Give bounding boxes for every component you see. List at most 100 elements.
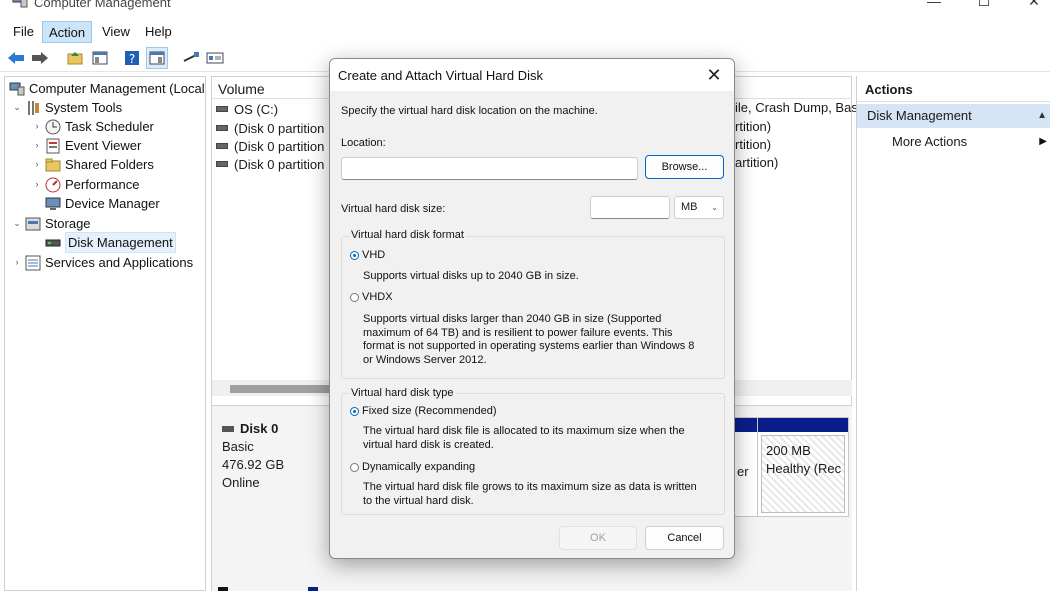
- chevron-down-icon[interactable]: ⌄: [11, 214, 23, 233]
- chevron-right-icon[interactable]: ›: [31, 175, 43, 194]
- volume-name: (Disk 0 partition: [234, 138, 325, 154]
- tree-label: System Tools: [45, 100, 123, 115]
- performance-icon: [45, 177, 61, 193]
- menu-file[interactable]: File: [7, 21, 40, 43]
- partition-content: 200 MB Healthy (Rec: [761, 435, 845, 513]
- close-window-icon[interactable]: ✕: [1014, 0, 1050, 14]
- vhdx-radio[interactable]: VHDX: [350, 291, 393, 303]
- menu-bar: File Action View Help: [0, 20, 1050, 44]
- tree-item-services-applications[interactable]: › Services and Applications: [11, 253, 193, 272]
- device-manager-icon: [45, 196, 61, 212]
- chevron-down-icon[interactable]: ⌄: [11, 98, 23, 117]
- volume-name: (Disk 0 partition: [234, 156, 325, 172]
- actions-header: Actions: [857, 78, 1050, 102]
- volume-row[interactable]: OS (C:): [216, 100, 278, 118]
- back-icon[interactable]: [5, 47, 27, 69]
- dynamic-radio[interactable]: Dynamically expanding: [350, 461, 475, 473]
- volume-row[interactable]: (Disk 0 partition: [216, 119, 324, 137]
- chevron-right-icon[interactable]: ›: [11, 253, 23, 272]
- volume-name: OS (C:): [234, 101, 279, 117]
- type-group-label: Virtual hard disk type: [349, 387, 456, 399]
- menu-action[interactable]: Action: [42, 21, 93, 43]
- show-hide-tree-icon[interactable]: [89, 47, 111, 69]
- dialog-titlebar: Create and Attach Virtual Hard Disk ✕: [330, 59, 734, 91]
- window-title: Computer Management: [34, 0, 171, 10]
- tree-item-storage[interactable]: ⌄ Storage: [11, 214, 91, 233]
- connect-icon[interactable]: [180, 47, 202, 69]
- vhd-radio[interactable]: VHD: [350, 249, 385, 261]
- create-attach-vhd-dialog: Create and Attach Virtual Hard Disk ✕ Sp…: [329, 58, 735, 559]
- collapse-up-icon[interactable]: ▲: [1037, 104, 1047, 128]
- volume-row[interactable]: (Disk 0 partition: [216, 155, 324, 173]
- location-label: Location:: [341, 137, 386, 149]
- size-unit-value: MB: [681, 201, 698, 213]
- size-unit-select[interactable]: MB ⌄: [674, 196, 724, 219]
- partition-text: er: [737, 464, 749, 479]
- svg-text:?: ?: [129, 52, 135, 66]
- radio-unselected-icon: [350, 462, 359, 472]
- partition-header-bar: [758, 418, 848, 432]
- volume-cell: rtition): [735, 137, 772, 152]
- help-icon[interactable]: ?: [121, 47, 143, 69]
- forward-icon[interactable]: [29, 47, 51, 69]
- partition-size: 200 MB: [766, 443, 811, 458]
- vhdx-description: Supports virtual disks larger than 2040 …: [363, 313, 695, 366]
- volume-header-label: Volume: [218, 81, 265, 97]
- partition-status: Healthy (Rec: [766, 461, 842, 476]
- tree-label: Storage: [45, 216, 91, 231]
- more-actions-item[interactable]: More Actions ▶: [857, 131, 1050, 153]
- tree-item-shared-folders[interactable]: › Shared Folders: [31, 155, 154, 174]
- chevron-down-icon: ⌄: [711, 203, 718, 212]
- chevron-right-icon[interactable]: ›: [31, 155, 43, 174]
- disk-name: Disk 0: [222, 420, 284, 438]
- disk-type: Basic: [222, 439, 254, 454]
- radio-selected-icon: [350, 406, 359, 416]
- tree-item-performance[interactable]: › Performance: [31, 175, 139, 194]
- show-action-pane-icon[interactable]: [146, 47, 168, 69]
- actions-section-disk-management[interactable]: Disk Management ▲: [857, 104, 1050, 128]
- tree-item-disk-management[interactable]: Disk Management: [43, 232, 176, 253]
- tree-label: Shared Folders: [65, 157, 154, 172]
- browse-button[interactable]: Browse...: [645, 155, 724, 179]
- partition-block[interactable]: er: [734, 417, 758, 517]
- vhdx-radio-label: VHDX: [362, 291, 393, 303]
- tree-item-event-viewer[interactable]: › Event Viewer: [31, 136, 141, 155]
- fixed-size-radio-label: Fixed size (Recommended): [362, 405, 497, 417]
- disk-info[interactable]: Disk 0 Basic 476.92 GB Online: [222, 420, 284, 492]
- minimize-icon[interactable]: —: [914, 0, 954, 14]
- tree-item-root[interactable]: Computer Management (Local): [7, 79, 206, 98]
- tree-item-device-manager[interactable]: Device Manager: [43, 194, 160, 213]
- radio-unselected-icon: [350, 292, 359, 302]
- disk-icon: [222, 426, 234, 432]
- menu-view[interactable]: View: [96, 21, 136, 43]
- fixed-size-radio[interactable]: Fixed size (Recommended): [350, 405, 497, 417]
- cancel-button[interactable]: Cancel: [645, 526, 724, 550]
- tree-item-system-tools[interactable]: ⌄ System Tools: [11, 98, 122, 117]
- ok-button[interactable]: OK: [559, 526, 637, 550]
- event-viewer-icon: [45, 138, 61, 154]
- volume-cell: ile, Crash Dump, Bas: [735, 100, 858, 115]
- volume-name: (Disk 0 partition: [234, 120, 325, 136]
- location-input[interactable]: [341, 157, 638, 180]
- up-folder-icon[interactable]: [64, 47, 86, 69]
- submenu-arrow-icon: ▶: [1039, 136, 1047, 147]
- tree-label: Computer Management (Local): [29, 81, 206, 96]
- tree-item-task-scheduler[interactable]: › Task Scheduler: [31, 117, 154, 136]
- volume-icon: [216, 143, 228, 149]
- chevron-right-icon[interactable]: ›: [31, 136, 43, 155]
- size-input[interactable]: [590, 196, 670, 219]
- volume-icon: [216, 125, 228, 131]
- chevron-right-icon[interactable]: ›: [31, 117, 43, 136]
- dialog-title: Create and Attach Virtual Hard Disk: [338, 68, 543, 83]
- close-icon[interactable]: ✕: [702, 63, 726, 87]
- properties-icon[interactable]: [204, 47, 226, 69]
- tree-label: Performance: [65, 177, 140, 192]
- actions-section-label: Disk Management: [867, 108, 972, 123]
- clock-icon: [45, 119, 61, 135]
- recovery-partition-block[interactable]: 200 MB Healthy (Rec: [757, 417, 849, 517]
- maximize-icon[interactable]: ☐: [964, 0, 1004, 14]
- volume-cell: rtition): [735, 119, 772, 134]
- volume-row[interactable]: (Disk 0 partition: [216, 137, 324, 155]
- tree-label: Disk Management: [65, 232, 176, 253]
- menu-help[interactable]: Help: [139, 21, 178, 43]
